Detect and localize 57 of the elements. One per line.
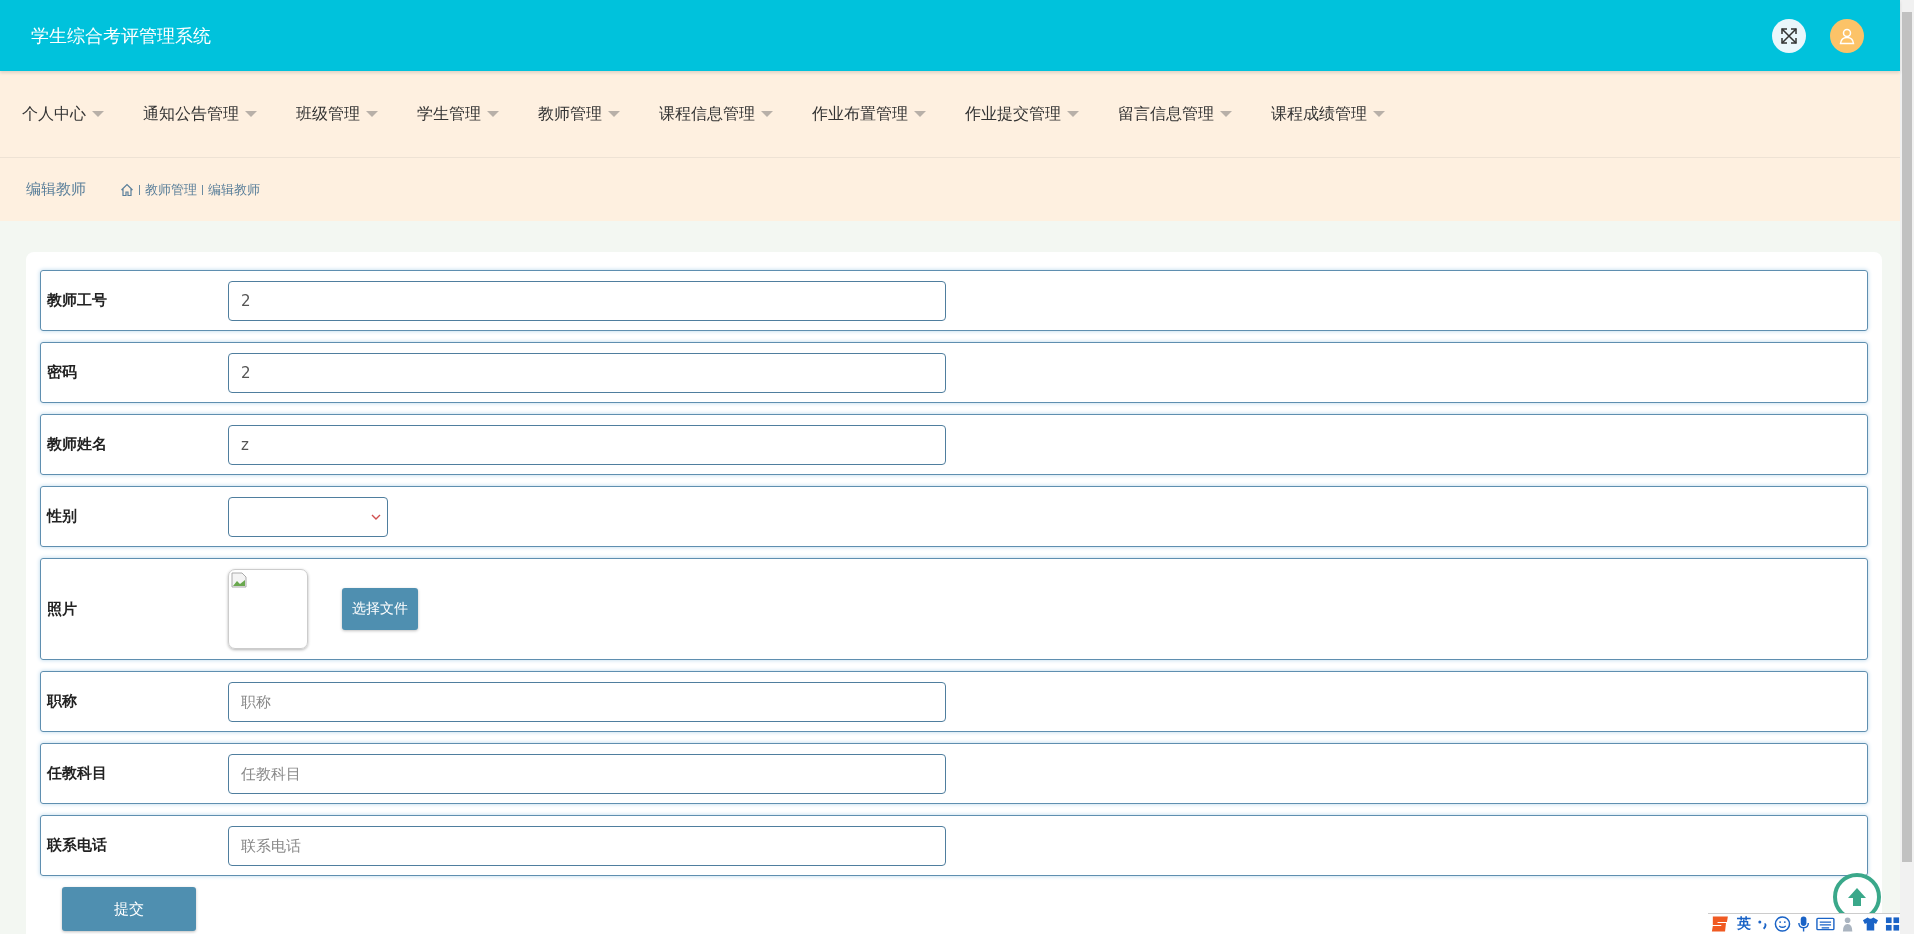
caret-icon [1220, 111, 1232, 117]
nav-menu-item[interactable]: 课程信息管理 [659, 103, 773, 125]
breadcrumb-separator [202, 184, 203, 195]
field-label: 联系电话 [47, 836, 108, 855]
nav-menu-item[interactable]: 作业提交管理 [965, 103, 1079, 125]
fullscreen-button[interactable] [1772, 18, 1806, 53]
text-input[interactable]: 2 [228, 352, 946, 393]
breadcrumb-separator [139, 184, 140, 195]
breadcrumb-link[interactable]: 编辑教师 [208, 180, 260, 199]
nav-menu-item[interactable]: 作业布置管理 [812, 103, 926, 125]
caret-icon [1373, 111, 1385, 117]
text-input[interactable]: 任教科目 [228, 753, 946, 794]
shirt-icon[interactable] [1862, 916, 1879, 932]
text-input[interactable]: z [228, 424, 946, 465]
ime-mode-toggle[interactable]: 英 [1736, 915, 1751, 933]
breadcrumb-link[interactable]: 教师管理 [145, 180, 197, 199]
text-input[interactable]: 2 [228, 280, 946, 321]
text-input[interactable]: 联系电话 [228, 825, 946, 866]
field-label: 性别 [47, 507, 78, 526]
caret-icon [1067, 111, 1079, 117]
nav-menu-item[interactable]: 课程成绩管理 [1271, 103, 1385, 125]
caret-icon [366, 111, 378, 117]
nav-menu-item[interactable]: 个人中心 [22, 103, 104, 125]
keyboard-icon[interactable] [1816, 916, 1835, 932]
caret-icon [608, 111, 620, 117]
up-arrow-icon [1846, 886, 1868, 908]
gender-select[interactable] [228, 496, 388, 537]
nav-menu-item[interactable]: 留言信息管理 [1118, 103, 1232, 125]
caret-icon [92, 111, 104, 117]
microphone-icon[interactable] [1796, 915, 1811, 933]
smiley-icon[interactable] [1774, 915, 1791, 933]
nav-menu-item[interactable]: 学生管理 [417, 103, 499, 125]
chevron-down-icon [371, 513, 381, 520]
caret-icon [487, 111, 499, 117]
field-label: 职称 [47, 692, 78, 711]
field-label: 密码 [47, 363, 78, 382]
caret-icon [761, 111, 773, 117]
nav-menu-item[interactable]: 通知公告管理 [143, 103, 257, 125]
ime-logo-icon[interactable] [1710, 913, 1731, 934]
field-label: 教师工号 [47, 291, 108, 310]
text-input[interactable]: 职称 [228, 681, 946, 722]
choose-file-button[interactable]: 选择文件 [342, 588, 418, 630]
submit-button[interactable]: 提交 [62, 887, 196, 931]
field-label: 教师姓名 [47, 435, 108, 454]
user-icon [1838, 26, 1856, 45]
page-title: 编辑教师 [26, 180, 86, 199]
caret-icon [245, 111, 257, 117]
caret-icon [914, 111, 926, 117]
expand-icon [1780, 26, 1798, 45]
home-icon[interactable] [120, 182, 134, 197]
nav-menu-item[interactable]: 班级管理 [296, 103, 378, 125]
field-label: 照片 [47, 599, 78, 619]
nav-menu-item[interactable]: 教师管理 [538, 103, 620, 125]
app-title: 学生综合考评管理系统 [31, 23, 211, 48]
broken-image-icon [231, 572, 247, 588]
field-label: 任教科目 [47, 764, 108, 783]
grid-icon[interactable] [1884, 916, 1900, 932]
